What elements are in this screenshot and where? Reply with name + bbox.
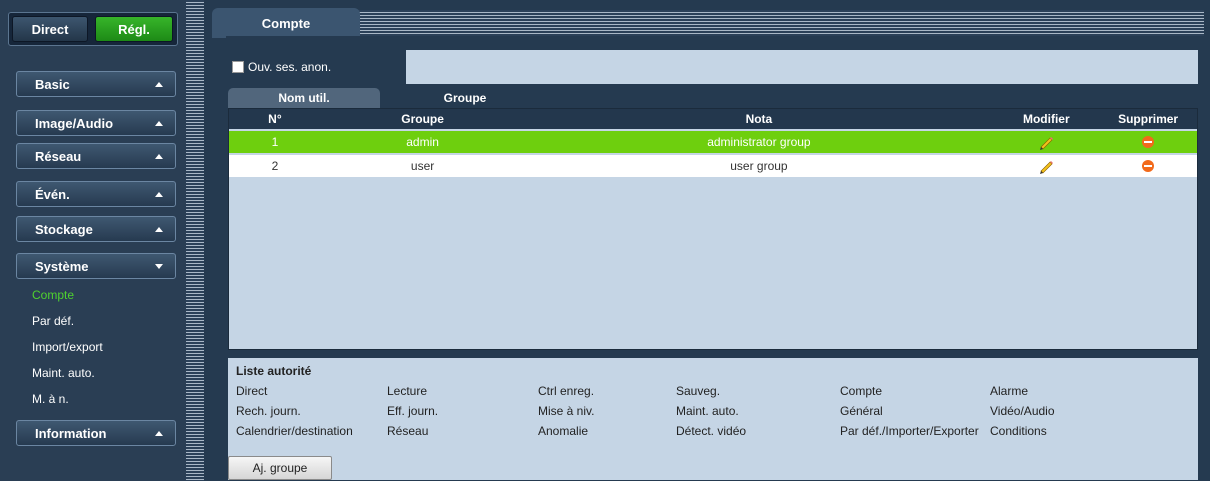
delete-cell [1099,131,1197,153]
permission-item: Compte [840,384,883,398]
direct-mode-button[interactable]: Direct [12,16,88,42]
triangle-up-icon [155,82,163,87]
row-note: user group [730,159,788,173]
sub-item-import-export[interactable]: Import/export [32,340,103,354]
row-group: user [410,159,435,173]
row-number: 1 [271,135,279,149]
pencil-icon[interactable] [1038,158,1054,174]
permission-item: Lecture [387,384,428,398]
permission-item: Direct [236,384,268,398]
account-panel: Ouv. ses. anon. Nom util. Groupe N° Grou… [226,36,1204,480]
sub-item-compte[interactable]: Compte [32,288,74,302]
nav-reseau-label: Réseau [35,148,82,164]
permission-item: Calendrier/destination [236,424,353,438]
sidebar-splitter[interactable] [186,0,204,481]
permission-item: Anomalie [538,424,589,438]
permission-item: Conditions [990,424,1047,438]
tab-user-name[interactable]: Nom util. [228,88,380,108]
permission-item: Réseau [387,424,429,438]
anonymous-login-area [406,50,1198,84]
sub-item-par-def[interactable]: Par déf. [32,314,74,328]
permission-item: Mise à niv. [538,404,595,418]
edit-cell [993,155,1099,177]
tab-compte[interactable]: Compte [212,8,360,38]
permission-list-title: Liste autorité [236,364,312,378]
header-note: Nota [745,112,773,126]
nav-even[interactable]: Évén. [16,181,176,207]
header-stripes [358,10,1204,36]
row-group: admin [406,135,439,149]
minus-circle-icon[interactable] [1142,160,1155,172]
triangle-up-icon [155,227,163,232]
header-delete: Supprimer [1118,112,1179,126]
table-row[interactable]: 2 user user group [229,155,1197,177]
triangle-up-icon [155,121,163,126]
nav-information-label: Information [35,425,107,441]
nav-reseau[interactable]: Réseau [16,143,176,169]
permission-item: Sauveg. [676,384,721,398]
nav-basic-label: Basic [35,76,70,92]
header-modify: Modifier [1022,112,1070,126]
pencil-icon[interactable] [1038,134,1054,150]
sub-item-maj[interactable]: M. à n. [32,392,69,406]
table-row[interactable]: 1 admin administrator group [229,131,1197,153]
permission-item: Vidéo/Audio [990,404,1055,418]
permission-item: Alarme [990,384,1029,398]
nav-even-label: Évén. [35,186,70,202]
nav-stockage-label: Stockage [35,221,93,237]
permission-item: Maint. auto. [676,404,739,418]
triangle-down-icon [155,264,163,269]
delete-cell [1099,155,1197,177]
minus-circle-icon[interactable] [1142,136,1155,148]
permission-item: Par déf./Importer/Exporter [840,424,979,438]
permission-item: Eff. journ. [387,404,439,418]
permission-item: Détect. vidéo [676,424,747,438]
permission-item: Ctrl enreg. [538,384,595,398]
nav-image-audio-label: Image/Audio [35,115,114,131]
nav-stockage[interactable]: Stockage [16,216,176,242]
anonymous-login-checkbox[interactable]: Ouv. ses. anon. [232,60,331,74]
group-table: N° Groupe Nota Modifier Supprimer 1 admi… [228,108,1198,350]
settings-mode-button[interactable]: Régl. [95,16,173,42]
permission-item: Général [840,404,883,418]
permission-list: Liste autorité Direct Lecture Ctrl enreg… [228,358,1198,480]
checkbox-icon[interactable] [232,61,244,73]
sidebar: Direct Régl. Basic Image/Audio Réseau Év… [0,0,186,481]
triangle-up-icon [155,192,163,197]
main-content: Compte Ouv. ses. anon. Nom util. Groupe … [204,0,1210,481]
table-header: N° Groupe Nota Modifier Supprimer [229,109,1197,129]
header-group: Groupe [401,112,444,126]
nav-image-audio[interactable]: Image/Audio [16,110,176,136]
sub-item-maint-auto[interactable]: Maint. auto. [32,366,95,380]
permission-item: Rech. journ. [236,404,301,418]
mode-switch: Direct Régl. [8,12,178,46]
row-number: 2 [271,159,279,173]
permission-grid: Direct Lecture Ctrl enreg. Sauveg. Compt… [236,384,1196,438]
nav-information[interactable]: Information [16,420,176,446]
triangle-up-icon [155,431,163,436]
nav-systeme-label: Système [35,258,89,274]
edit-cell [993,131,1099,153]
tab-group[interactable]: Groupe [390,88,540,108]
triangle-up-icon [155,154,163,159]
anonymous-login-row: Ouv. ses. anon. [226,50,1198,86]
add-group-button[interactable]: Aj. groupe [228,456,332,480]
row-note: administrator group [707,135,811,149]
nav-basic[interactable]: Basic [16,71,176,97]
nav-systeme[interactable]: Système [16,253,176,279]
header-number: N° [268,112,282,126]
anonymous-login-label: Ouv. ses. anon. [248,60,332,74]
